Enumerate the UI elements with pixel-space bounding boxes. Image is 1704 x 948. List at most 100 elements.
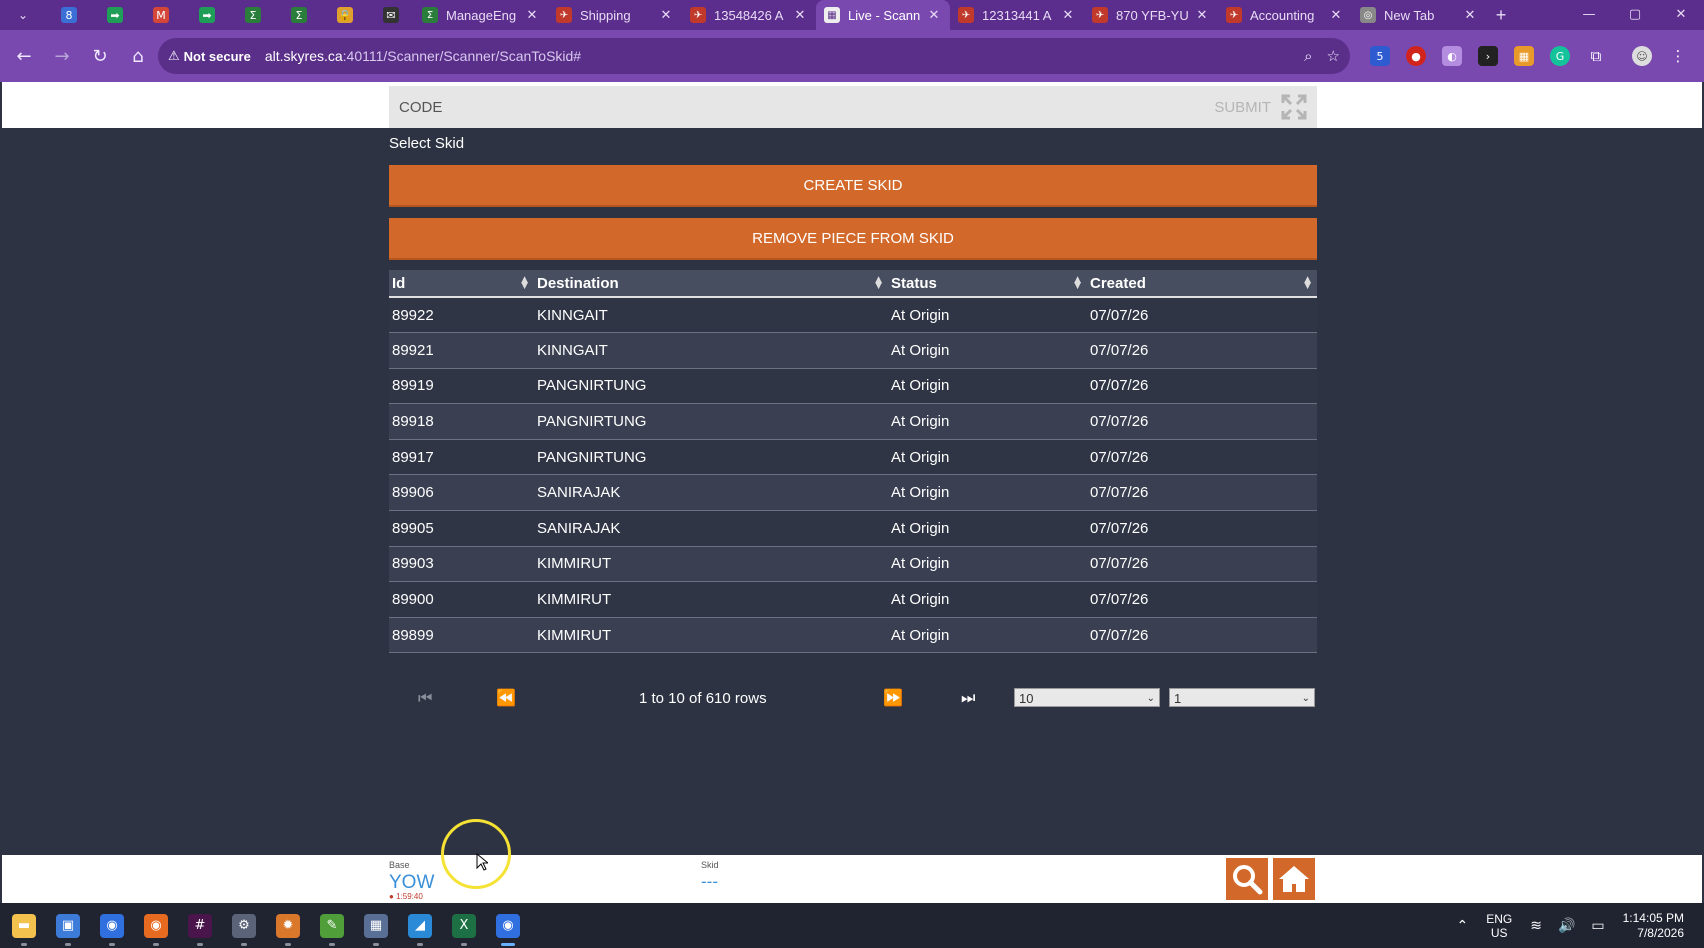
taskbar-app[interactable]: ⚙ [222, 903, 266, 948]
tab-search-button[interactable]: ⌄ [0, 0, 46, 30]
back-icon[interactable]: ← [6, 38, 42, 74]
taskbar-app[interactable]: ✹ [266, 903, 310, 948]
first-page-icon[interactable]: ⏮ [418, 688, 432, 708]
maximize-icon[interactable]: ▢ [1612, 0, 1658, 30]
column-header[interactable]: Status ▲ ▼ [888, 270, 1087, 298]
tab-close-icon[interactable]: ✕ [1060, 7, 1076, 23]
taskbar-app[interactable]: ◢ [398, 903, 442, 948]
page-size-select[interactable]: 10 ⌄ [1014, 688, 1160, 707]
taskbar-app[interactable]: ▦ [354, 903, 398, 948]
taskbar-app[interactable]: ▬ [2, 903, 46, 948]
table-row[interactable]: 89900 KIMMIRUT At Origin 07/07/26 [389, 581, 1317, 618]
table-cell: PANGNIRTUNG [534, 403, 888, 440]
forward-icon[interactable]: → [44, 38, 80, 74]
table-row[interactable]: 89922 KINNGAIT At Origin 07/07/26 [389, 297, 1317, 334]
taskbar-app[interactable]: ◉ [90, 903, 134, 948]
pinned-tab[interactable]: ➡ [92, 0, 138, 30]
browser-tab[interactable]: ✈ 13548426 A ✕ [682, 0, 816, 30]
table-row[interactable]: 89899 KIMMIRUT At Origin 07/07/26 [389, 617, 1317, 654]
wifi-icon[interactable]: ≋ [1530, 918, 1542, 934]
browser-tab[interactable]: ✈ Accounting ✕ [1218, 0, 1352, 30]
home-icon[interactable]: ⌂ [120, 38, 156, 74]
table-row[interactable]: 89919 PANGNIRTUNG At Origin 07/07/26 [389, 368, 1317, 405]
tab-title: Live - Scann [848, 7, 921, 23]
fullscreen-expand-icon[interactable] [1279, 92, 1309, 122]
reload-icon[interactable]: ↻ [82, 38, 118, 74]
address-bar[interactable]: ⚠ Not secure alt.skyres.ca:40111/Scanner/… [158, 38, 1350, 74]
table-cell: 07/07/26 [1087, 403, 1317, 440]
new-tab-button[interactable]: + [1486, 5, 1516, 26]
submit-button[interactable]: SUBMIT [1214, 99, 1271, 116]
tab-close-icon[interactable]: ✕ [792, 7, 808, 23]
table-row[interactable]: 89903 KIMMIRUT At Origin 07/07/26 [389, 546, 1317, 583]
table-cell: 07/07/26 [1087, 474, 1317, 512]
next-page-icon[interactable]: ⏩ [883, 688, 903, 707]
zoom-icon[interactable]: ⌕ [1304, 47, 1312, 65]
extension-mask-icon[interactable]: ◐ [1442, 46, 1462, 66]
clock[interactable]: 1:14:05 PM 7/8/2026 [1623, 911, 1684, 941]
browser-tab[interactable]: ✈ Shipping ✕ [548, 0, 682, 30]
minimize-icon[interactable]: — [1566, 0, 1612, 30]
last-page-icon[interactable]: ⏭ [961, 688, 975, 708]
table-row[interactable]: 89917 PANGNIRTUNG At Origin 07/07/26 [389, 439, 1317, 476]
profile-avatar-icon[interactable]: ☺ [1632, 46, 1652, 66]
close-window-icon[interactable]: ✕ [1658, 0, 1704, 30]
tab-close-icon[interactable]: ✕ [1462, 7, 1478, 23]
taskbar-app[interactable]: ◉ [134, 903, 178, 948]
table-row[interactable]: 89905 SANIRAJAK At Origin 07/07/26 [389, 510, 1317, 547]
browser-tab[interactable]: Σ ManageEng ✕ [414, 0, 548, 30]
extension-grid-icon[interactable]: ▦ [1514, 46, 1534, 66]
browser-tab[interactable]: ✈ 12313441 A ✕ [950, 0, 1084, 30]
extension-adblock-icon[interactable]: ● [1406, 46, 1426, 66]
table-row[interactable]: 89921 KINNGAIT At Origin 07/07/26 [389, 332, 1317, 369]
security-indicator[interactable]: ⚠ Not secure [168, 49, 251, 64]
pinned-tab[interactable]: 8 [46, 0, 92, 30]
tab-close-icon[interactable]: ✕ [1328, 7, 1344, 23]
previous-page-icon[interactable]: ⏪ [496, 688, 516, 707]
table-row[interactable]: 89918 PANGNIRTUNG At Origin 07/07/26 [389, 403, 1317, 440]
running-indicator [285, 943, 291, 946]
language-indicator[interactable]: ENG US [1486, 912, 1512, 940]
pinned-tab[interactable]: ➡ [184, 0, 230, 30]
code-input[interactable] [389, 98, 1215, 116]
taskbar-app[interactable]: ◉ [486, 903, 530, 948]
remove-piece-button[interactable]: REMOVE PIECE FROM SKID [389, 218, 1317, 260]
column-header[interactable]: Created ▲ ▼ [1087, 270, 1317, 298]
home-button[interactable] [1273, 858, 1315, 900]
extension-shield-icon[interactable]: 5 [1370, 46, 1390, 66]
browser-tab[interactable]: ◎ New Tab ✕ [1352, 0, 1486, 30]
tab-close-icon[interactable]: ✕ [1194, 7, 1210, 23]
tab-close-icon[interactable]: ✕ [524, 7, 540, 23]
extension-grammarly-icon[interactable]: G [1550, 46, 1570, 66]
extensions-puzzle-icon[interactable]: ⧉ [1586, 46, 1606, 66]
extension-terminal-icon[interactable]: › [1478, 46, 1498, 66]
running-indicator [153, 943, 159, 946]
create-skid-button[interactable]: CREATE SKID [389, 165, 1317, 207]
bookmark-star-icon[interactable]: ☆ [1327, 47, 1340, 65]
skyres-icon: ✈ [690, 7, 706, 23]
tab-close-icon[interactable]: ✕ [658, 7, 674, 23]
search-button[interactable] [1226, 858, 1268, 900]
skyres-icon: ✈ [1226, 7, 1242, 23]
taskbar-app[interactable]: # [178, 903, 222, 948]
menu-kebab-icon[interactable]: ⋮ [1668, 46, 1688, 66]
taskbar-app[interactable]: ✎ [310, 903, 354, 948]
page-number-select[interactable]: 1 ⌄ [1169, 688, 1315, 707]
table-row[interactable]: 89906 SANIRAJAK At Origin 07/07/26 [389, 474, 1317, 512]
battery-icon[interactable]: ▭ [1591, 918, 1604, 934]
pinned-tab[interactable]: ✉ [368, 0, 414, 30]
volume-icon[interactable]: 🔊 [1558, 918, 1575, 934]
taskbar-app[interactable]: ▣ [46, 903, 90, 948]
browser-tab[interactable]: ▦ Live - Scann ✕ [816, 0, 950, 30]
column-header[interactable]: Id ▲ ▼ [389, 270, 534, 298]
tab-close-icon[interactable]: ✕ [926, 7, 942, 23]
pinned-tab[interactable]: Σ [276, 0, 322, 30]
browser-tab[interactable]: ✈ 870 YFB-YU ✕ [1084, 0, 1218, 30]
pinned-tab[interactable]: 🔒 [322, 0, 368, 30]
taskbar-app[interactable]: X [442, 903, 486, 948]
pagination: ⏮ ⏪ 1 to 10 of 610 rows ⏩ ⏭ 10 ⌄ 1 ⌄ [389, 678, 1317, 718]
pinned-tab[interactable]: Σ [230, 0, 276, 30]
chevron-up-icon[interactable]: ⌃ [1456, 918, 1468, 934]
column-header[interactable]: Destination ▲ ▼ [534, 270, 888, 298]
pinned-tab[interactable]: M [138, 0, 184, 30]
